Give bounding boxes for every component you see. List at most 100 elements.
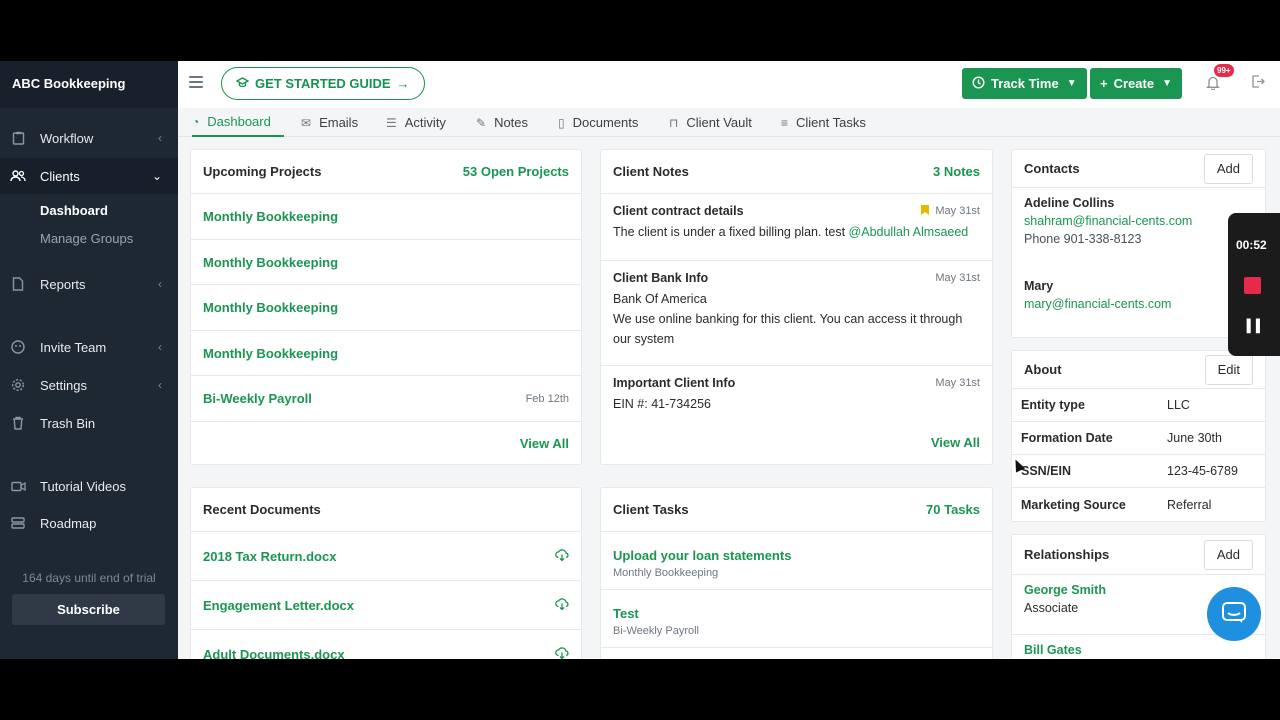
screen-recorder-widget: 00:52 ▍▍: [1228, 213, 1280, 356]
client-notes-card: Client Notes 3 Notes Client contract det…: [600, 149, 993, 465]
sidebar-item-clients[interactable]: Clients ⌄: [0, 158, 178, 194]
create-button[interactable]: + Create ▼: [1090, 68, 1182, 99]
view-all-projects-link[interactable]: View All: [520, 436, 569, 451]
tasks-count-link[interactable]: 70 Tasks: [926, 502, 980, 517]
card-title: About: [1024, 362, 1062, 377]
document-row[interactable]: Adult Documents.docx: [191, 630, 581, 659]
note-date: May 31st: [935, 272, 980, 284]
project-name[interactable]: Monthly Bookkeeping: [203, 346, 338, 361]
edit-about-button[interactable]: Edit: [1204, 354, 1253, 385]
tab-client-vault[interactable]: ⊓ Client Vault: [669, 108, 752, 137]
notification-badge: 99+: [1214, 64, 1234, 77]
chevron-down-icon: ⌄: [151, 169, 162, 183]
project-row[interactable]: Monthly Bookkeeping: [191, 194, 581, 240]
sidebar-item-workflow[interactable]: Workflow ‹: [0, 120, 178, 156]
sidebar-item-tutorial-videos[interactable]: Tutorial Videos: [0, 468, 178, 504]
task-name[interactable]: Test: [613, 606, 980, 621]
logout-icon[interactable]: [1251, 75, 1265, 91]
about-key: Marketing Source: [1021, 497, 1126, 512]
contact-email[interactable]: mary@financial-cents.com: [1024, 297, 1253, 311]
view-all-notes-link[interactable]: View All: [931, 435, 980, 450]
sidebar-item-label: Trash Bin: [40, 415, 96, 431]
tab-notes[interactable]: ✎ Notes: [476, 108, 528, 137]
task-name[interactable]: Upload your loan statements: [613, 548, 980, 563]
sidebar-item-label: Workflow: [40, 130, 94, 146]
tab-emails[interactable]: ✉ Emails: [301, 108, 358, 137]
project-due-date: Feb 12th: [525, 392, 569, 405]
notes-count-link[interactable]: 3 Notes: [933, 164, 980, 179]
project-name[interactable]: Monthly Bookkeeping: [203, 255, 338, 270]
subscribe-button[interactable]: Subscribe: [12, 594, 165, 625]
about-card: About Edit Entity type LLC Formation Dat…: [1011, 350, 1266, 522]
note-item[interactable]: Client contract details May 31st The cli…: [601, 194, 992, 261]
track-time-button[interactable]: Track Time ▼: [962, 68, 1087, 99]
add-contact-button[interactable]: Add: [1203, 153, 1253, 184]
task-row[interactable]: Test Bi-Weekly Payroll: [601, 590, 992, 648]
sidebar-item-label: Roadmap: [40, 515, 97, 531]
arrow-right-icon: →: [396, 76, 410, 91]
tab-dashboard[interactable]: ◔ Dashboard: [192, 108, 284, 137]
bookmark-icon: [921, 204, 930, 218]
about-key: Formation Date: [1021, 431, 1113, 445]
guide-label: GET STARTED GUIDE: [255, 76, 391, 91]
document-name[interactable]: 2018 Tax Return.docx: [203, 549, 336, 564]
cloud-download-icon[interactable]: [555, 646, 569, 660]
project-name[interactable]: Bi-Weekly Payroll: [203, 391, 312, 406]
tab-label: Activity: [404, 115, 446, 130]
menu-icon[interactable]: [189, 76, 203, 88]
cloud-download-icon[interactable]: [555, 597, 569, 613]
project-name[interactable]: Monthly Bookkeeping: [203, 209, 338, 224]
get-started-guide-button[interactable]: GET STARTED GUIDE →: [221, 67, 425, 100]
project-name[interactable]: Monthly Bookkeeping: [203, 300, 338, 315]
about-value: Referral: [1167, 497, 1212, 512]
sidebar-subitem-dashboard[interactable]: Dashboard: [40, 203, 108, 218]
note-item[interactable]: Client Bank Info May 31st Bank Of Americ…: [601, 261, 992, 366]
about-value: LLC: [1167, 398, 1190, 412]
card-header: Upcoming Projects 53 Open Projects: [191, 150, 581, 194]
chevron-left-icon: ‹: [158, 131, 162, 145]
sidebar-item-reports[interactable]: Reports ‹: [0, 266, 178, 302]
cloud-download-icon[interactable]: [555, 548, 569, 564]
pause-icon[interactable]: ▍▍: [1247, 319, 1265, 333]
card-header: Client Notes 3 Notes: [601, 150, 992, 194]
sidebar-item-trash-bin[interactable]: Trash Bin: [0, 405, 178, 441]
card-title: Recent Documents: [203, 502, 321, 517]
tab-documents[interactable]: ▯ Documents: [558, 108, 638, 137]
file-icon: [10, 276, 26, 292]
project-row[interactable]: Bi-Weekly Payroll Feb 12th: [191, 376, 581, 422]
graduation-cap-icon: [235, 76, 250, 91]
project-row[interactable]: Monthly Bookkeeping: [191, 331, 581, 376]
open-projects-link[interactable]: 53 Open Projects: [463, 164, 569, 179]
project-row[interactable]: Monthly Bookkeeping: [191, 285, 581, 331]
document-icon: ▯: [558, 115, 565, 130]
sidebar-item-label: Invite Team: [40, 339, 107, 355]
contact-email[interactable]: shahram@financial-cents.com: [1024, 214, 1253, 228]
tab-client-tasks[interactable]: ≡ Client Tasks: [781, 108, 866, 137]
sidebar-item-settings[interactable]: Settings ‹: [0, 367, 178, 403]
document-row[interactable]: 2018 Tax Return.docx: [191, 532, 581, 581]
card-header: About Edit: [1012, 351, 1265, 389]
sidebar-item-roadmap[interactable]: Roadmap: [0, 505, 178, 541]
add-relationship-button[interactable]: Add: [1203, 539, 1253, 570]
task-row[interactable]: Upload your loan statements Monthly Book…: [601, 532, 992, 590]
stop-recording-icon[interactable]: [1244, 277, 1261, 294]
sidebar-subitem-manage-groups[interactable]: Manage Groups: [40, 231, 133, 246]
note-mention[interactable]: @Abdullah Almsaeed: [849, 225, 969, 239]
note-icon: ✎: [476, 115, 487, 130]
project-row[interactable]: Monthly Bookkeeping: [191, 240, 581, 285]
bell-icon[interactable]: [1206, 75, 1220, 94]
sidebar: ABC Bookkeeping Workflow ‹ Clients ⌄ Das…: [0, 61, 178, 659]
relationship-name[interactable]: Bill Gates: [1024, 643, 1253, 657]
note-date: May 31st: [921, 204, 980, 218]
sidebar-item-invite-team[interactable]: Invite Team ‹: [0, 329, 178, 365]
tab-activity[interactable]: ☰ Activity: [386, 108, 446, 137]
tab-label: Dashboard: [207, 114, 271, 129]
note-title: Client contract details: [613, 204, 744, 218]
brand-name: ABC Bookkeeping: [0, 61, 178, 108]
document-row[interactable]: Engagement Letter.docx: [191, 581, 581, 630]
note-item[interactable]: Important Client Info May 31st EIN #: 41…: [601, 366, 992, 421]
document-name[interactable]: Adult Documents.docx: [203, 647, 345, 660]
document-name[interactable]: Engagement Letter.docx: [203, 598, 354, 613]
chat-launcher[interactable]: [1207, 587, 1261, 641]
about-row: Formation Date June 30th: [1012, 422, 1265, 455]
